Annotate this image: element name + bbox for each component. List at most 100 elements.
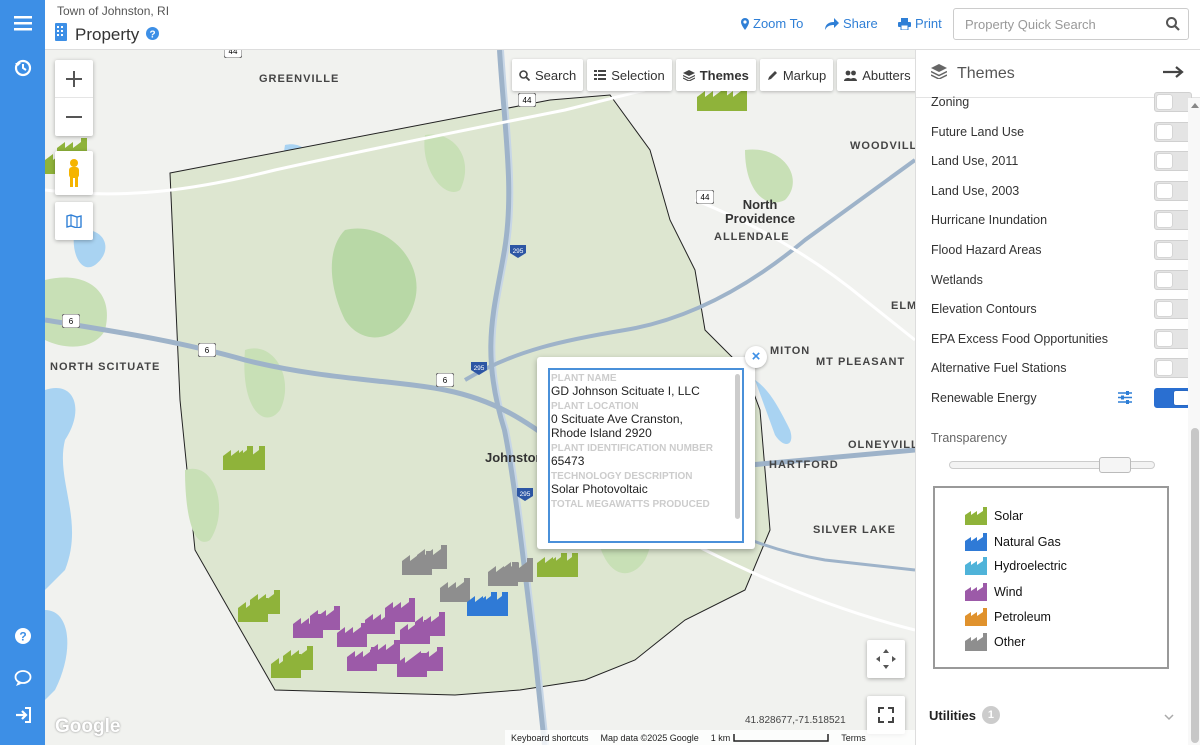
themes-panel-title: Themes (957, 65, 1015, 82)
login-icon[interactable] (0, 698, 45, 732)
plant-marker-solar[interactable] (537, 553, 578, 577)
transparency-slider-handle[interactable] (1099, 457, 1131, 473)
popup-scrollbar[interactable] (735, 374, 740, 519)
plant-marker-solar[interactable] (223, 446, 265, 470)
plant-marker-other[interactable] (440, 558, 533, 602)
plant-marker-wind[interactable] (293, 598, 445, 677)
factory-icon (965, 633, 987, 651)
plant-marker-natural-gas[interactable] (467, 592, 508, 616)
theme-layer-toggle[interactable] (1154, 388, 1192, 408)
toggle-knob (1157, 95, 1172, 109)
theme-layer-toggle[interactable] (1154, 328, 1192, 349)
theme-layer-toggle[interactable] (1154, 269, 1192, 290)
theme-layer-row: Wetlands (931, 268, 1192, 292)
property-quick-search[interactable] (953, 8, 1189, 40)
grid-icon (594, 70, 607, 80)
legend-item: Hydroelectric (965, 555, 1067, 577)
theme-layer-toggle[interactable] (1154, 92, 1192, 112)
chevron-down-icon[interactable] (1164, 708, 1174, 726)
themes-tool-button[interactable]: Themes (675, 59, 756, 91)
building-icon (55, 23, 67, 46)
users-icon (844, 70, 858, 81)
share-icon (825, 17, 839, 30)
panel-scrollbar-thumb[interactable] (1191, 428, 1199, 743)
share-label: Share (843, 16, 878, 31)
help-icon[interactable]: ? (0, 619, 45, 653)
utilities-label: Utilities (929, 707, 976, 723)
print-button[interactable]: Print (898, 16, 942, 31)
pan-control[interactable] (867, 640, 905, 678)
plant-marker-other[interactable] (402, 545, 447, 575)
scale-bar: 1 km (711, 733, 830, 743)
pencil-icon (767, 70, 777, 80)
popup-content[interactable]: PLANT NAME GD Johnson Scituate I, LLC PL… (548, 368, 744, 543)
toggle-knob (1157, 154, 1172, 169)
left-sidebar: ? (0, 0, 45, 745)
search-tool-button[interactable]: Search (512, 59, 584, 91)
theme-layer-label: EPA Excess Food Opportunities (931, 331, 1108, 346)
layer-settings-sliders-icon[interactable] (1118, 391, 1132, 407)
map-canvas[interactable]: GREENVILLE WOODVILLE North Providence AL… (45, 50, 915, 745)
quick-search-input[interactable] (954, 16, 1154, 32)
fullscreen-button[interactable] (867, 696, 905, 734)
zoom-in-button[interactable] (55, 60, 93, 98)
menu-icon[interactable] (0, 6, 45, 40)
transparency-slider[interactable] (949, 457, 1155, 473)
print-icon (898, 17, 911, 30)
terms-link[interactable]: Terms (841, 733, 866, 743)
svg-text:?: ? (150, 29, 156, 40)
theme-layer-toggle[interactable] (1154, 180, 1192, 201)
basemap-toggle-button[interactable] (55, 202, 93, 240)
theme-layer-toggle[interactable] (1154, 121, 1192, 142)
plant-marker-solar[interactable] (238, 590, 280, 622)
scroll-up-arrow-icon[interactable] (1191, 102, 1199, 108)
theme-layer-row: Alternative Fuel Stations (931, 356, 1192, 380)
factory-icon (965, 507, 987, 525)
popup-tech-label: TECHNOLOGY DESCRIPTION (551, 471, 693, 482)
theme-layer-toggle[interactable] (1154, 240, 1192, 260)
toggle-knob (1157, 272, 1172, 287)
search-tool-label: Search (535, 67, 577, 83)
popup-close-button[interactable]: × (745, 346, 767, 368)
share-button[interactable]: Share (825, 16, 878, 31)
factory-icon (965, 583, 987, 601)
toggle-knob (1157, 124, 1172, 139)
legend-label: Other (994, 635, 1026, 649)
selection-tool-label: Selection (611, 67, 665, 83)
zoom-control (55, 60, 93, 136)
zoom-out-button[interactable] (55, 98, 93, 136)
themes-tool-label: Themes (699, 67, 749, 83)
map-attribution: Keyboard shortcuts Map data ©2025 Google… (505, 730, 915, 745)
search-icon[interactable] (1166, 17, 1180, 36)
theme-layer-row: Land Use, 2003 (931, 179, 1192, 203)
factory-icon (965, 533, 987, 551)
history-icon[interactable] (0, 51, 45, 85)
utilities-count-badge: 1 (981, 706, 1000, 724)
zoom-to-label: Zoom To (753, 16, 804, 31)
theme-layer-row: EPA Excess Food Opportunities (931, 327, 1192, 351)
theme-layer-toggle[interactable] (1154, 358, 1192, 379)
toggle-knob (1157, 243, 1172, 257)
keyboard-shortcuts-link[interactable]: Keyboard shortcuts (511, 733, 589, 743)
theme-layer-label: Elevation Contours (931, 302, 1037, 317)
utilities-section-header[interactable]: Utilities 1 (929, 706, 1000, 724)
panel-scrollbar[interactable] (1188, 98, 1200, 745)
zoom-to-button[interactable]: Zoom To (741, 16, 803, 31)
plant-marker-solar[interactable] (271, 646, 313, 678)
chat-icon[interactable] (0, 661, 45, 695)
collapse-panel-arrow-icon[interactable] (1163, 64, 1185, 85)
info-icon[interactable]: ? (146, 25, 160, 45)
abutters-tool-button[interactable]: Abutters (837, 59, 915, 91)
toggle-knob (1157, 331, 1172, 346)
legend-label: Hydroelectric (994, 559, 1067, 573)
selection-tool-button[interactable]: Selection (587, 59, 672, 91)
scale-label: 1 km (710, 732, 731, 743)
theme-layer-toggle[interactable] (1154, 210, 1192, 231)
theme-layer-label: Alternative Fuel Stations (931, 361, 1067, 376)
street-view-pegman[interactable] (55, 151, 93, 195)
theme-layer-toggle[interactable] (1154, 299, 1192, 320)
theme-layer-label: Future Land Use (931, 124, 1025, 139)
themes-panel: Themes Zoning Future Land Use Land Use, 20… (915, 50, 1200, 745)
markup-tool-button[interactable]: Markup (759, 59, 834, 91)
theme-layer-toggle[interactable] (1154, 151, 1192, 172)
